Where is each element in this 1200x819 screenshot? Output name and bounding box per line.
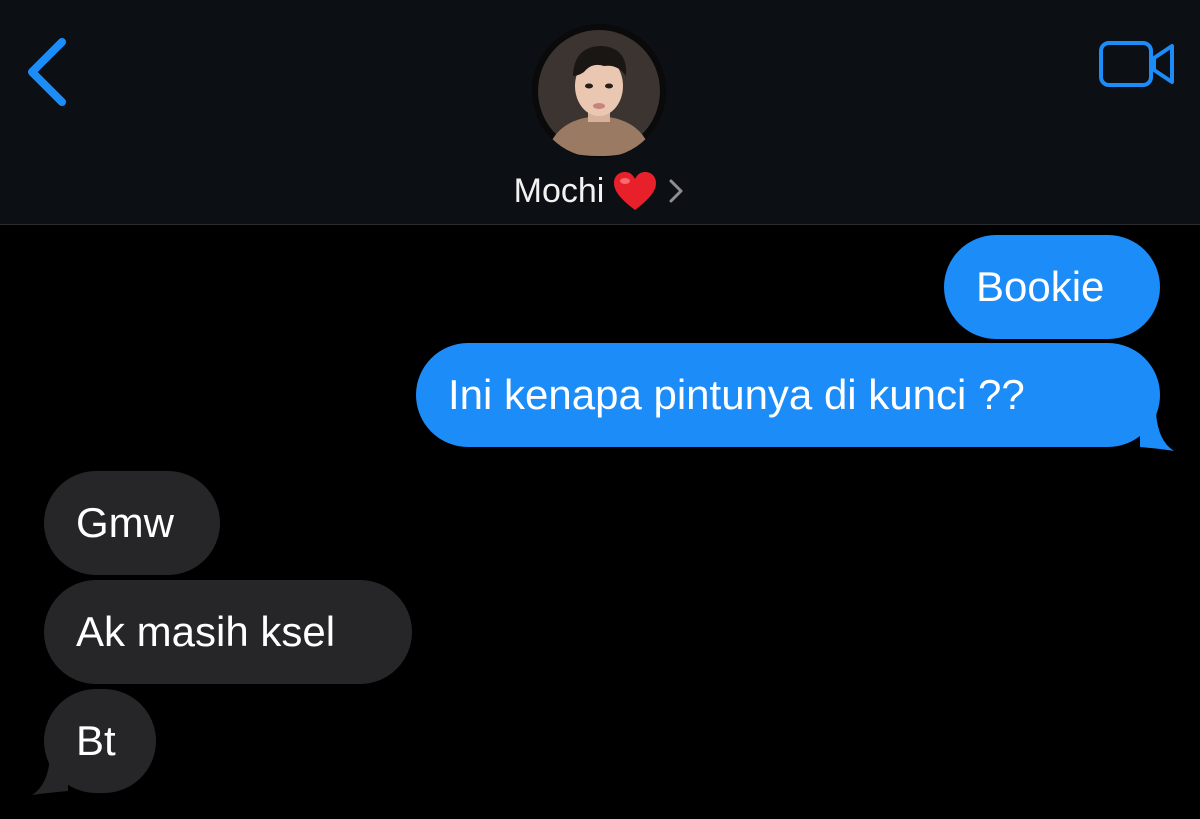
received-bubble-tail [32, 757, 68, 795]
chevron-right-icon [666, 176, 686, 206]
message-list: Bookie Ini kenapa pintunya di kunci ?? G… [0, 225, 1200, 819]
message-text: Ak masih ksel [76, 608, 336, 655]
contact-photo [532, 24, 666, 158]
message-text: Bt [76, 717, 116, 764]
conversation-header: Mochi [0, 0, 1200, 225]
message-bubble-received[interactable]: Gmw [44, 471, 220, 575]
message-text: Gmw [76, 499, 174, 546]
video-camera-icon [1099, 41, 1174, 87]
sent-bubble-tail [1140, 413, 1174, 451]
message-bubble-sent[interactable]: Ini kenapa pintunya di kunci ?? [416, 343, 1160, 447]
avatar[interactable] [532, 24, 666, 158]
video-call-button[interactable] [1098, 38, 1178, 92]
message-text: Bookie [976, 263, 1105, 310]
contact-name: Mochi [513, 172, 605, 210]
contact-name-row[interactable]: Mochi [0, 166, 1200, 216]
message-text: Ini kenapa pintunya di kunci ?? [448, 371, 1025, 418]
chevron-left-icon [28, 38, 66, 106]
message-bubble-received[interactable]: Ak masih ksel [44, 580, 412, 684]
back-button[interactable] [18, 34, 78, 114]
message-bubble-sent[interactable]: Bookie [944, 235, 1160, 339]
red-heart-icon [612, 170, 658, 212]
